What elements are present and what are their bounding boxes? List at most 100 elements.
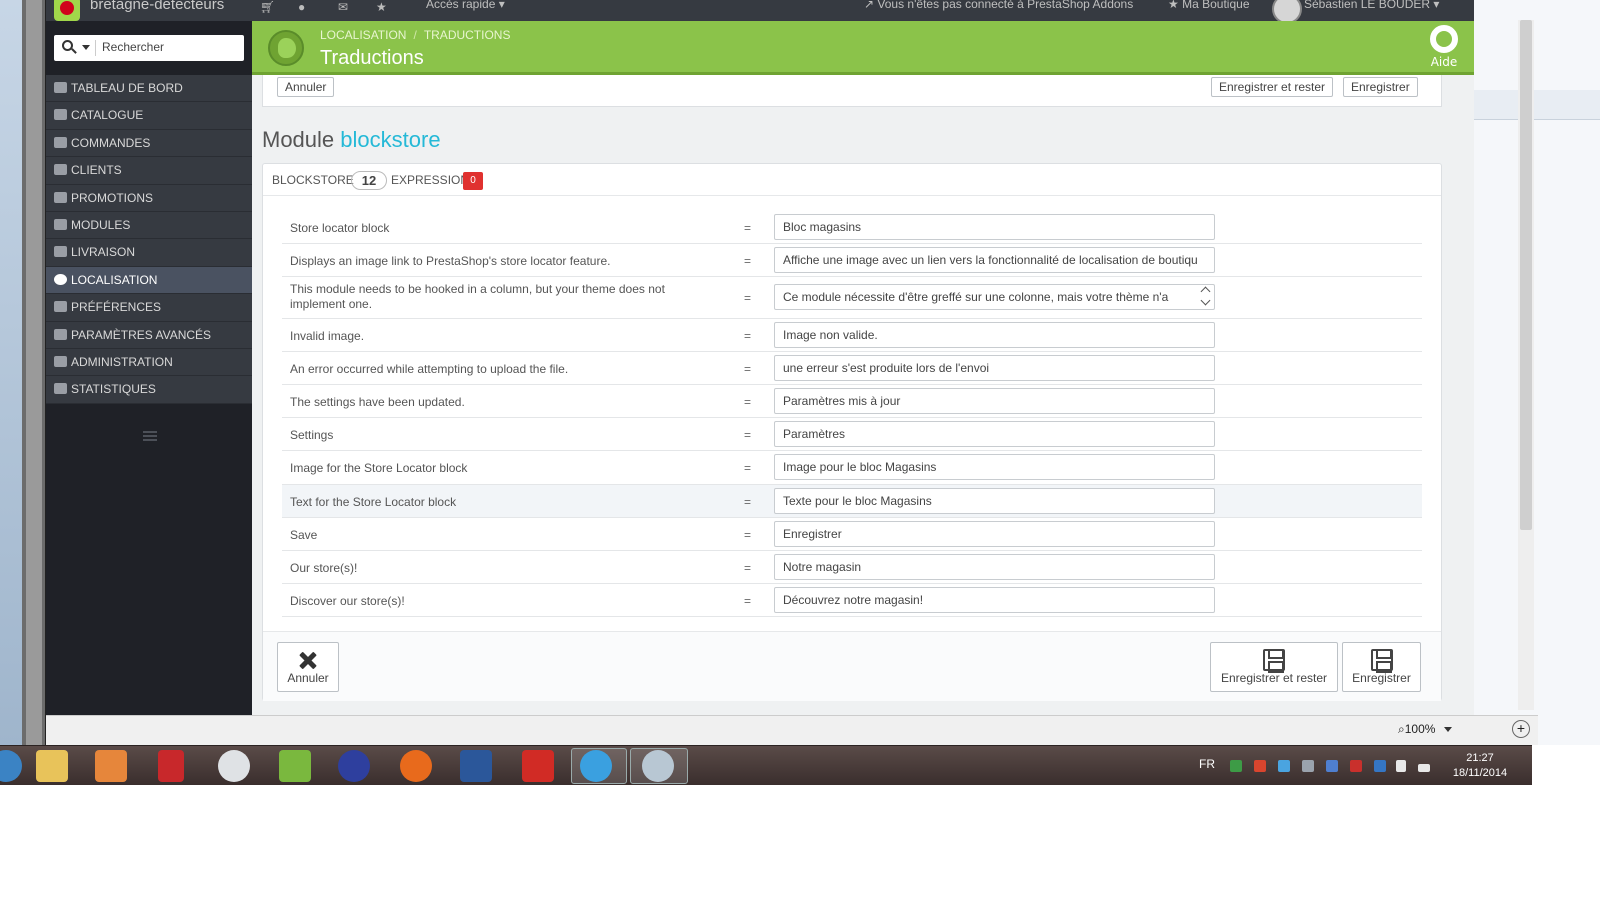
cog-icon bbox=[54, 355, 67, 367]
translation-input[interactable]: Texte pour le bloc Magasins bbox=[774, 488, 1215, 514]
source-text: Our store(s)! bbox=[290, 561, 358, 575]
translation-input[interactable]: Paramètres mis à jour bbox=[774, 388, 1215, 414]
translation-input[interactable]: Affiche une image avec un lien vers la f… bbox=[774, 247, 1215, 273]
user-app-icon[interactable] bbox=[338, 750, 370, 782]
translation-input[interactable]: Bloc magasins bbox=[774, 214, 1215, 240]
translation-input[interactable]: Enregistrer bbox=[774, 521, 1215, 547]
page-scrollbar[interactable] bbox=[1518, 20, 1534, 710]
taskbar-clock[interactable]: 21:27 18/11/2014 bbox=[1450, 751, 1510, 781]
sidebar-item-preferences[interactable]: PRÉFÉRENCES bbox=[46, 294, 252, 322]
tray-icon[interactable] bbox=[1254, 760, 1266, 772]
cancel-button-top[interactable]: Annuler bbox=[277, 77, 335, 97]
search-icon[interactable] bbox=[60, 40, 96, 56]
save-button-top[interactable]: Enregistrer bbox=[1343, 77, 1418, 97]
firefox-icon[interactable] bbox=[400, 750, 432, 782]
sidebar-item-modules[interactable]: MODULES bbox=[46, 211, 252, 240]
translation-input[interactable]: Image non valide. bbox=[774, 322, 1215, 348]
translation-input[interactable]: Image pour le bloc Magasins bbox=[774, 454, 1215, 480]
addons-status-text: Vous n'êtes pas connecté à PrestaShop Ad… bbox=[877, 0, 1134, 11]
page-header: LOCALISATION / TRADUCTIONS Traductions Aid… bbox=[252, 21, 1474, 75]
equals-sign: = bbox=[744, 221, 752, 235]
save-button[interactable]: Enregistrer bbox=[1342, 642, 1421, 692]
start-icon[interactable] bbox=[0, 750, 22, 782]
quick-access-label: Accès rapide bbox=[426, 0, 496, 11]
zoom-level[interactable]: ⌕100% bbox=[1398, 722, 1435, 737]
sidebar-item-localisation[interactable]: LOCALISATION bbox=[46, 266, 252, 295]
breadcrumb-item-localisation[interactable]: LOCALISATION bbox=[320, 28, 406, 42]
main-content: Annuler Enregistrer et rester Enregistre… bbox=[252, 75, 1474, 715]
volume-icon[interactable] bbox=[1396, 760, 1406, 772]
clock-date: 18/11/2014 bbox=[1452, 767, 1508, 779]
cloud-icon[interactable] bbox=[1278, 760, 1290, 772]
sidebar-item-clients[interactable]: CLIENTS bbox=[46, 157, 252, 185]
sidebar: Rechercher TABLEAU DE BORD CATALOGUE COM… bbox=[46, 21, 252, 715]
translation-input[interactable]: Paramètres bbox=[774, 421, 1215, 447]
sidebar-item-catalogue[interactable]: CATALOGUE bbox=[46, 102, 252, 130]
user-menu[interactable]: Sébastien LE BOUDER ▾ bbox=[1304, 0, 1439, 11]
table-row: Text for the Store Locator block = Texte… bbox=[282, 485, 1422, 518]
tray-icon[interactable] bbox=[1350, 760, 1362, 772]
pdf-icon[interactable] bbox=[522, 750, 554, 782]
media-player-icon[interactable] bbox=[95, 750, 127, 782]
users-icon bbox=[54, 164, 67, 176]
expression-count-badge: 12 bbox=[351, 171, 387, 190]
sidebar-item-tableau-de-bord[interactable]: TABLEAU DE BORD bbox=[46, 75, 252, 103]
chevron-down-icon[interactable] bbox=[1444, 727, 1452, 732]
trophy-icon[interactable]: ★ bbox=[376, 0, 387, 14]
signal-icon[interactable] bbox=[1418, 764, 1430, 772]
save-and-stay-button-top[interactable]: Enregistrer et rester bbox=[1211, 77, 1334, 97]
source-text: Text for the Store Locator block bbox=[290, 495, 457, 509]
menu-collapse-icon[interactable] bbox=[143, 431, 157, 441]
shop-name-link[interactable]: bretagne-detecteurs bbox=[90, 0, 224, 13]
module-name: blockstore bbox=[340, 127, 441, 152]
addons-status-link[interactable]: ↗ Vous n'êtes pas connecté à PrestaShop … bbox=[864, 0, 1133, 11]
equals-sign: = bbox=[744, 254, 752, 268]
breadcrumb-item-traductions[interactable]: TRADUCTIONS bbox=[424, 28, 511, 42]
help-button[interactable]: Aide bbox=[1424, 25, 1464, 69]
tray-icon[interactable] bbox=[1230, 760, 1242, 772]
caret-down-icon bbox=[82, 45, 90, 50]
sidebar-item-promotions[interactable]: PROMOTIONS bbox=[46, 184, 252, 212]
browser-status-bar: ⌕100% + bbox=[46, 715, 1538, 745]
quick-access-menu[interactable]: Accès rapide ▾ bbox=[426, 0, 505, 11]
notepad-icon[interactable] bbox=[279, 750, 311, 782]
source-text: Settings bbox=[290, 428, 334, 442]
plus-icon[interactable]: + bbox=[1512, 720, 1530, 738]
my-shop-link[interactable]: ★ Ma Boutique bbox=[1168, 0, 1250, 11]
save-and-stay-button[interactable]: Enregistrer et rester bbox=[1210, 642, 1338, 692]
word-icon[interactable] bbox=[460, 750, 492, 782]
prestashop-logo-icon[interactable] bbox=[54, 0, 80, 21]
translation-textarea[interactable]: Ce module nécessite d'être greffé sur un… bbox=[774, 284, 1215, 310]
envelope-icon[interactable]: ✉ bbox=[338, 0, 348, 14]
translation-input[interactable]: Notre magasin bbox=[774, 554, 1215, 580]
sidebar-item-label: CLIENTS bbox=[71, 163, 122, 178]
sidebar-item-commandes[interactable]: COMMANDES bbox=[46, 129, 252, 158]
tray-icon[interactable] bbox=[1302, 760, 1314, 772]
globe-icon bbox=[268, 30, 304, 66]
save-label: Enregistrer bbox=[1352, 671, 1411, 685]
source-text: Save bbox=[290, 528, 318, 542]
sidebar-item-parametres-avances[interactable]: PARAMÈTRES AVANCÉS bbox=[46, 321, 252, 349]
scrollbar-thumb[interactable] bbox=[1520, 20, 1532, 530]
language-indicator[interactable]: FR bbox=[1199, 757, 1215, 771]
sidebar-item-administration[interactable]: ADMINISTRATION bbox=[46, 348, 252, 377]
clock-icon[interactable] bbox=[218, 750, 250, 782]
tray-icon[interactable] bbox=[1326, 760, 1338, 772]
sidebar-item-livraison[interactable]: LIVRAISON bbox=[46, 239, 252, 267]
pin-icon[interactable] bbox=[158, 750, 184, 782]
cart-icon[interactable]: 🛒︎ bbox=[260, 0, 275, 14]
dashboard-icon bbox=[54, 82, 67, 93]
cancel-button[interactable]: Annuler bbox=[277, 642, 339, 692]
translation-input[interactable]: une erreur s'est produite lors de l'envo… bbox=[774, 355, 1215, 381]
internet-explorer-icon bbox=[580, 750, 612, 782]
table-row: Displays an image link to PrestaShop's s… bbox=[282, 244, 1422, 277]
sidebar-item-statistiques[interactable]: STATISTIQUES bbox=[46, 376, 252, 404]
user-icon[interactable]: ● bbox=[298, 0, 305, 14]
search-input[interactable]: Rechercher bbox=[102, 40, 164, 54]
textarea-scroll-icon[interactable] bbox=[1199, 286, 1213, 308]
search-handle bbox=[71, 48, 77, 54]
translation-input[interactable]: Découvrez notre magasin! bbox=[774, 587, 1215, 613]
top-toolbar: Annuler Enregistrer et rester Enregistre… bbox=[262, 75, 1442, 107]
file-explorer-icon[interactable] bbox=[36, 750, 68, 782]
network-icon[interactable] bbox=[1374, 760, 1386, 772]
